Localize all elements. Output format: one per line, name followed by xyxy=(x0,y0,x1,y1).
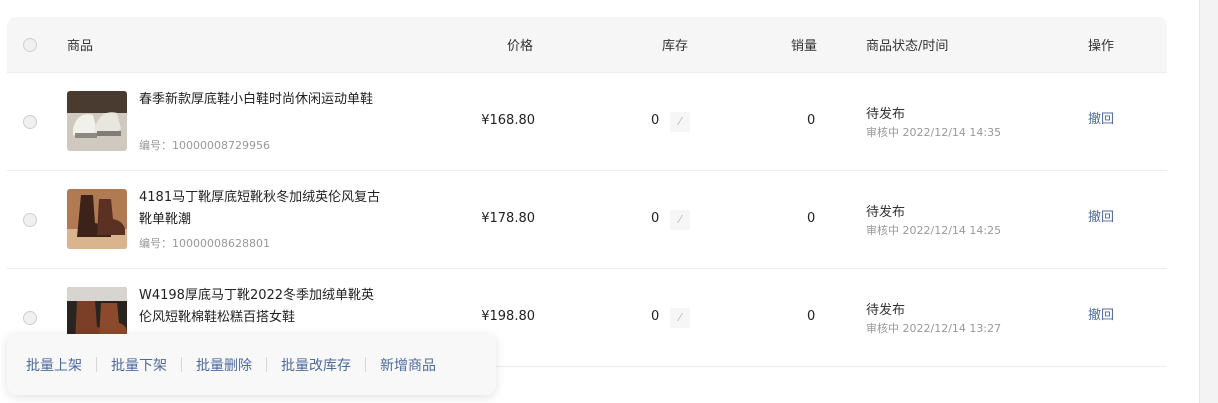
product-table: 商品 价格 库存 销量 商品状态/时间 操作 春季新款厚底鞋小白鞋时尚休闲运动单… xyxy=(7,17,1167,367)
header-product: 商品 xyxy=(67,39,94,54)
product-name[interactable]: W4198厚底马丁靴2022冬季加绒单靴英伦风短靴棉鞋松糕百搭女鞋 xyxy=(139,285,384,329)
header-status: 商品状态/时间 xyxy=(866,39,949,54)
product-thumbnail[interactable] xyxy=(67,189,127,249)
edit-icon[interactable]: ⁄ xyxy=(670,112,690,132)
status-text: 待发布 xyxy=(866,205,906,220)
product-code: 编号：10000008729956 xyxy=(139,139,270,152)
product-price: ¥178.80 xyxy=(481,211,535,226)
product-thumbnail[interactable] xyxy=(67,91,127,151)
header-sales: 销量 xyxy=(791,39,818,54)
vertical-scrollbar[interactable] xyxy=(1199,0,1218,403)
product-name[interactable]: 4181马丁靴厚底短靴秋冬加绒英伦风复古靴单靴潮 xyxy=(139,187,384,231)
status-text: 待发布 xyxy=(866,303,906,318)
divider xyxy=(365,357,366,372)
product-code: 编号：10000008628801 xyxy=(139,237,270,250)
table-row: 4181马丁靴厚底短靴秋冬加绒英伦风复古靴单靴潮 编号：100000086288… xyxy=(7,171,1167,269)
product-sales: 0 xyxy=(807,309,816,324)
status-time: 审核中 2022/12/14 14:25 xyxy=(866,224,1002,237)
divider xyxy=(96,357,97,372)
select-all-radio[interactable] xyxy=(23,38,37,52)
edit-icon[interactable]: ⁄ xyxy=(670,308,690,328)
header-stock: 库存 xyxy=(662,39,689,54)
product-stock: 0 xyxy=(651,211,660,226)
divider xyxy=(181,357,182,372)
product-sales: 0 xyxy=(807,211,816,226)
product-name[interactable]: 春季新款厚底鞋小白鞋时尚休闲运动单鞋 xyxy=(139,89,384,111)
status-time: 审核中 2022/12/14 14:35 xyxy=(866,126,1002,139)
product-stock: 0 xyxy=(651,113,660,128)
bulk-edit-stock-button[interactable]: 批量改库存 xyxy=(281,355,351,375)
product-price: ¥198.80 xyxy=(481,309,535,324)
table-header: 商品 价格 库存 销量 商品状态/时间 操作 xyxy=(7,17,1167,73)
row-select-radio[interactable] xyxy=(23,115,37,129)
add-product-button[interactable]: 新增商品 xyxy=(380,355,436,375)
withdraw-link[interactable]: 撤回 xyxy=(1088,206,1114,225)
header-price: 价格 xyxy=(507,39,534,54)
product-sales: 0 xyxy=(807,113,816,128)
status-time: 审核中 2022/12/14 13:27 xyxy=(866,322,1002,335)
status-text: 待发布 xyxy=(866,107,906,122)
table-row: 春季新款厚底鞋小白鞋时尚休闲运动单鞋 编号：10000008729956 ¥16… xyxy=(7,73,1167,171)
divider xyxy=(266,357,267,372)
header-action: 操作 xyxy=(1088,39,1115,54)
withdraw-link[interactable]: 撤回 xyxy=(1088,304,1114,323)
edit-icon[interactable]: ⁄ xyxy=(670,210,690,230)
bulk-delete-button[interactable]: 批量删除 xyxy=(196,355,252,375)
bulk-delist-button[interactable]: 批量下架 xyxy=(111,355,167,375)
product-stock: 0 xyxy=(651,309,660,324)
bulk-action-bar: 批量上架 批量下架 批量删除 批量改库存 新增商品 xyxy=(7,334,496,395)
bulk-list-button[interactable]: 批量上架 xyxy=(26,355,82,375)
row-select-radio[interactable] xyxy=(23,311,37,325)
withdraw-link[interactable]: 撤回 xyxy=(1088,108,1114,127)
row-select-radio[interactable] xyxy=(23,213,37,227)
product-price: ¥168.80 xyxy=(481,113,535,128)
